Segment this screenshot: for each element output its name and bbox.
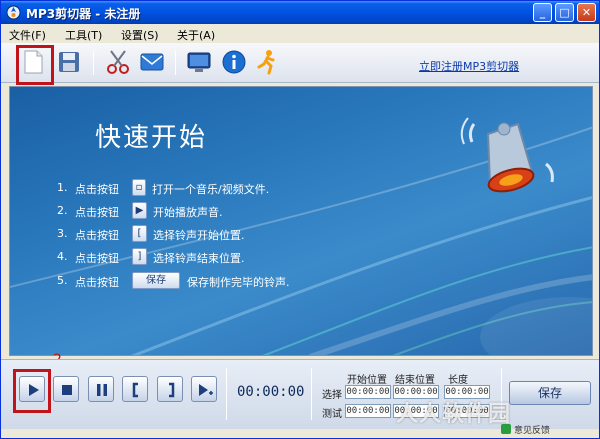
email-button[interactable] <box>137 47 167 77</box>
step-prefix: 点击按钮 <box>75 206 119 219</box>
monitor-icon <box>187 52 211 72</box>
bracket-left-icon: [ <box>132 225 147 242</box>
step-number: 2. <box>57 204 68 217</box>
bell-icon <box>460 117 554 193</box>
toolbar-separator <box>93 51 94 75</box>
play-icon: ▶ <box>132 202 147 219</box>
minimize-icon: _ <box>539 6 546 19</box>
quickstart-panel: 快速开始 1. 点击按钮 ▫ 打开一个音乐/视频文件. 2. 点击按钮 ▶ 开始… <box>9 86 593 356</box>
step-number: 3. <box>57 227 68 240</box>
toolbar: 立即注册MP3剪切器 <box>1 43 599 83</box>
pause-button[interactable] <box>88 376 114 402</box>
column-end: 结束位置 <box>395 375 435 386</box>
window-title: MP3剪切器 - 未注册 <box>26 7 141 21</box>
step-text: 打开一个音乐/视频文件. <box>152 183 270 196</box>
step-number: 5. <box>57 274 68 287</box>
step-prefix: 点击按钮 <box>75 276 119 289</box>
step-text: 保存制作完毕的铃声. <box>187 276 290 289</box>
title-bar[interactable]: MP3剪切器 - 未注册 _ □ ✕ <box>1 1 599 24</box>
watermark: 人人软件园 <box>396 402 512 427</box>
step-prefix: 点击按钮 <box>75 183 119 196</box>
maximize-button[interactable]: □ <box>555 3 574 22</box>
feedback-link[interactable]: 意见反馈 <box>514 423 550 436</box>
monitor-button[interactable] <box>184 47 214 77</box>
stop-button[interactable] <box>53 376 79 402</box>
stop-icon <box>62 385 72 395</box>
set-start-button[interactable] <box>122 376 148 402</box>
maximize-icon: □ <box>559 6 570 19</box>
menu-file[interactable]: 文件(F) <box>9 27 46 43</box>
step-save-button: 保存 <box>132 272 180 289</box>
step-text: 选择铃声开始位置. <box>153 229 245 242</box>
panel-separator <box>311 368 312 420</box>
cut-button[interactable] <box>103 47 133 77</box>
preview-start-field[interactable]: 00:00:00 <box>345 404 391 418</box>
info-icon <box>222 50 246 74</box>
bracket-right-icon <box>169 382 175 398</box>
menu-bar: 文件(F) 工具(T) 设置(S) 关于(A) <box>1 24 599 43</box>
scissors-icon <box>107 50 129 74</box>
row-label-preview: 测试 <box>322 409 342 420</box>
close-icon: ✕ <box>581 6 592 19</box>
bracket-left-icon <box>132 382 138 398</box>
quickstart-heading: 快速开始 <box>95 123 208 153</box>
step-number: 4. <box>57 250 68 263</box>
running-man-icon <box>257 50 275 75</box>
step-text: 开始播放声音. <box>153 206 223 219</box>
menu-settings[interactable]: 设置(S) <box>121 27 159 43</box>
column-length: 长度 <box>448 375 468 386</box>
floppy-disk-icon <box>59 52 79 72</box>
step-number: 1. <box>57 181 68 194</box>
column-start: 开始位置 <box>347 375 387 386</box>
step-text: 选择铃声结束位置. <box>153 252 245 265</box>
play-selection-icon <box>199 384 213 396</box>
panel-separator <box>226 368 227 420</box>
info-button[interactable] <box>219 47 249 77</box>
highlight-box-2 <box>13 369 51 413</box>
register-link[interactable]: 立即注册MP3剪切器 <box>419 58 519 74</box>
envelope-icon <box>140 53 164 71</box>
save-button[interactable]: 保存 <box>509 381 591 405</box>
play-selection-button[interactable] <box>191 376 217 402</box>
menu-about[interactable]: 关于(A) <box>177 27 215 43</box>
minimize-button[interactable]: _ <box>533 3 552 22</box>
highlight-box-1 <box>16 45 54 85</box>
document-icon: ▫ <box>132 179 146 196</box>
set-end-button[interactable] <box>157 376 183 402</box>
runner-button[interactable] <box>252 47 282 77</box>
bracket-right-icon: ] <box>132 248 147 265</box>
step-prefix: 点击按钮 <box>75 229 119 242</box>
row-label-select: 选择 <box>322 390 342 401</box>
current-time: 00:00:00 <box>237 384 305 400</box>
save-file-button[interactable] <box>54 47 84 77</box>
app-window: MP3剪切器 - 未注册 _ □ ✕ 文件(F) 工具(T) 设置(S) 关于(… <box>0 0 600 439</box>
step-prefix: 点击按钮 <box>75 252 119 265</box>
toolbar-separator <box>175 51 176 75</box>
app-logo-icon <box>6 5 21 20</box>
select-start-field[interactable]: 00:00:00 <box>345 385 391 399</box>
menu-tools[interactable]: 工具(T) <box>65 27 102 43</box>
close-button[interactable]: ✕ <box>577 3 596 22</box>
pause-icon <box>97 384 107 396</box>
